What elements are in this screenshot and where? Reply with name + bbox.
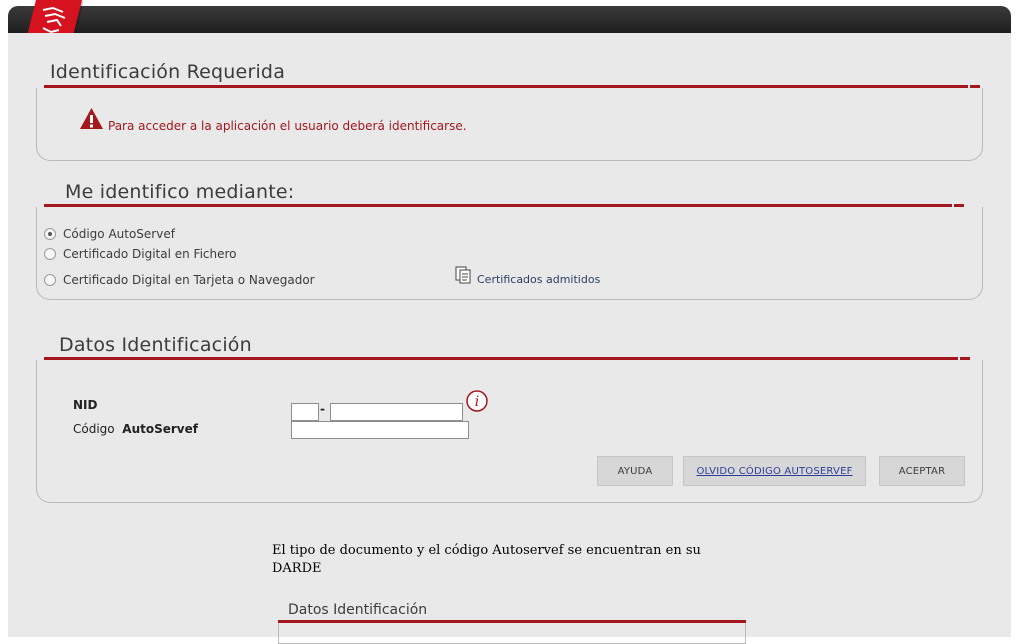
warning-triangle-icon (80, 108, 103, 129)
ayuda-button[interactable]: AYUDA (597, 456, 673, 486)
olvido-codigo-button[interactable]: OLVIDO CÓDIGO AUTOSERVEF (683, 456, 866, 486)
metodo-title: Me identifico mediante: (65, 181, 295, 203)
nid-input[interactable] (330, 403, 463, 421)
radio-codigo-autoservef[interactable] (44, 228, 56, 240)
nid-label: NID (73, 398, 98, 412)
svg-text:i: i (475, 394, 479, 410)
info-icon[interactable]: i (466, 390, 488, 412)
datos2-title: Datos Identificación (288, 602, 428, 618)
aceptar-button[interactable]: ACEPTAR (879, 456, 965, 486)
identificacion-title: Identificación Requerida (50, 61, 286, 83)
datos2-box (278, 623, 746, 644)
codigo-autoservef-label: Código AutoServef (73, 422, 198, 436)
identificacion-message: Para acceder a la aplicación el usuario … (108, 119, 467, 133)
option-codigo-autoservef[interactable]: Código AutoServef (44, 226, 175, 242)
documents-icon (455, 266, 471, 284)
codigo-autoservef-input[interactable] (291, 421, 469, 439)
option-certificado-fichero[interactable]: Certificado Digital en Fichero (44, 246, 237, 262)
top-bar (8, 6, 1011, 33)
radio-certificado-fichero[interactable] (44, 248, 56, 260)
nid-prefix-input[interactable] (291, 403, 319, 421)
datos-title: Datos Identificación (59, 334, 252, 356)
certificados-admitidos-link[interactable]: Certificados admitidos (455, 266, 600, 286)
nid-separator: - (320, 402, 325, 416)
darde-note: El tipo de documento y el código Autoser… (272, 543, 701, 576)
option-certificado-tarjeta[interactable]: Certificado Digital en Tarjeta o Navegad… (44, 272, 315, 288)
radio-certificado-tarjeta[interactable] (44, 274, 56, 286)
